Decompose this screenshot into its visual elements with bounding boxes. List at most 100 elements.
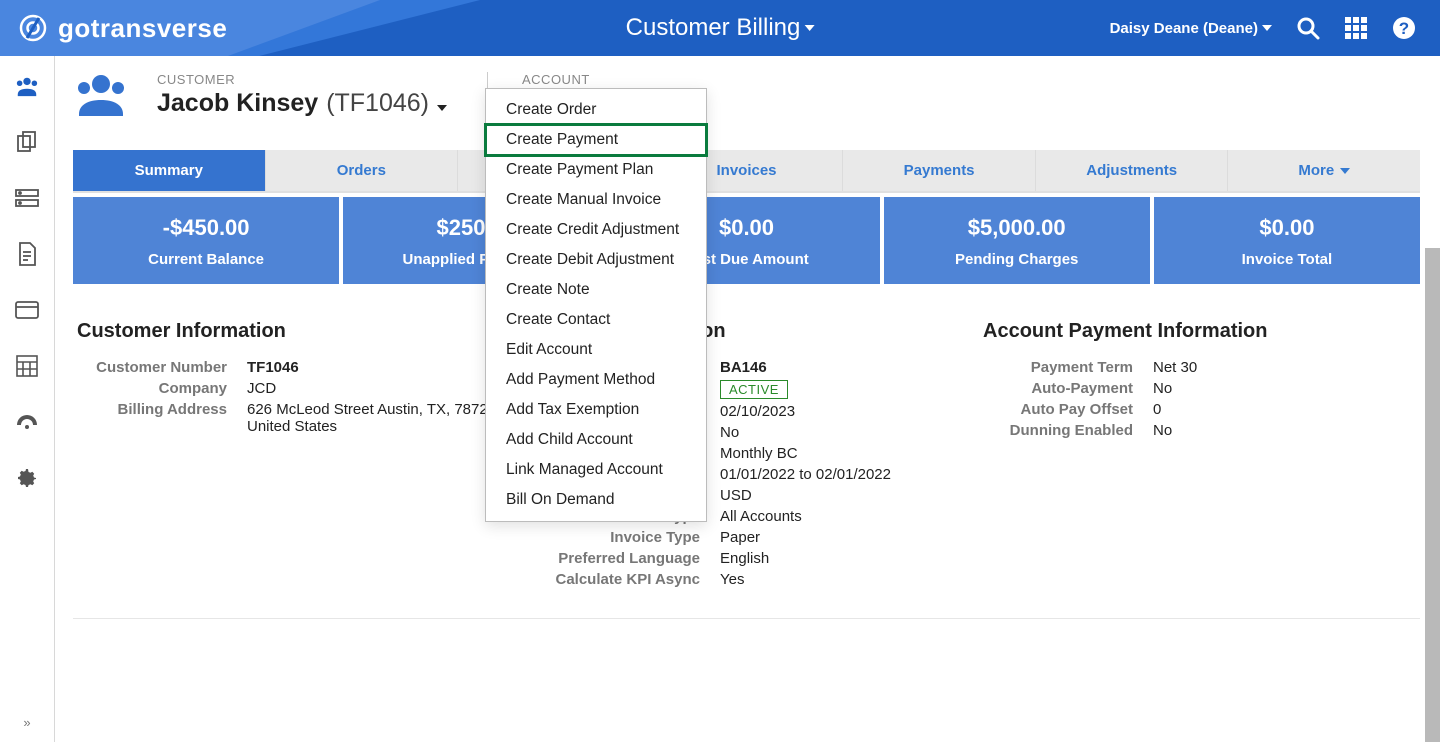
tab-adjustments[interactable]: Adjustments <box>1036 150 1229 191</box>
copy-icon[interactable] <box>15 130 39 154</box>
kpi-pending-charges: $5,000.00 Pending Charges <box>884 197 1150 284</box>
customer-title[interactable]: Jacob Kinsey (TF1046) <box>157 89 447 118</box>
dashboard-gauge-icon[interactable] <box>15 410 39 434</box>
tax-exempt-value: No <box>720 424 963 441</box>
payment-info-grid: Payment Term Net 30 Auto-Payment No Auto… <box>983 359 1416 439</box>
dropdown-item-create-credit-adjustment[interactable]: Create Credit Adjustment <box>486 215 706 245</box>
scrollbar-thumb[interactable] <box>1425 248 1440 742</box>
dropdown-item-edit-account[interactable]: Edit Account <box>486 335 706 365</box>
expand-sidebar-icon[interactable]: » <box>23 715 30 730</box>
info-row: Customer Information Customer Number TF1… <box>73 308 1420 619</box>
document-icon[interactable] <box>15 242 39 266</box>
dropdown-item-create-payment[interactable]: Create Payment <box>486 125 706 155</box>
customer-block: CUSTOMER Jacob Kinsey (TF1046) <box>157 72 447 118</box>
payment-term-value: Net 30 <box>1153 359 1416 376</box>
payment-term-label: Payment Term <box>983 359 1133 376</box>
acct-num-value: BA146 <box>720 359 963 376</box>
top-nav-title-text: Customer Billing <box>626 14 801 42</box>
dropdown-item-add-payment-method[interactable]: Add Payment Method <box>486 365 706 395</box>
start-date-value: 02/10/2023 <box>720 403 963 420</box>
kpi-invoice-total: $0.00 Invoice Total <box>1154 197 1420 284</box>
auto-pay-offset-value: 0 <box>1153 401 1416 418</box>
dropdown-item-link-managed-account[interactable]: Link Managed Account <box>486 455 706 485</box>
auto-payment-label: Auto-Payment <box>983 380 1133 397</box>
current-bill-cycle-value: 01/01/2022 to 02/01/2022 <box>720 466 963 483</box>
bill-type-value: All Accounts <box>720 508 963 525</box>
caret-down-icon <box>1262 25 1272 31</box>
top-bar-right: Daisy Deane (Deane) ? <box>1110 16 1440 40</box>
tab-more[interactable]: More <box>1228 150 1420 191</box>
kpi-value: $5,000.00 <box>892 215 1142 241</box>
top-nav-title[interactable]: Customer Billing <box>626 14 815 42</box>
kpi-value: -$450.00 <box>81 215 331 241</box>
search-icon[interactable] <box>1296 16 1320 40</box>
brand-logo-icon <box>18 13 48 43</box>
top-bar: gotransverse Customer Billing Daisy Dean… <box>0 0 1440 56</box>
payment-info-col: Account Payment Information Payment Term… <box>983 320 1416 439</box>
tab-summary[interactable]: Summary <box>73 150 266 191</box>
kpi-label: Pending Charges <box>892 251 1142 268</box>
calculator-icon[interactable] <box>15 354 39 378</box>
company-value: JCD <box>247 380 510 397</box>
tab-orders[interactable]: Orders <box>266 150 459 191</box>
dropdown-item-create-payment-plan[interactable]: Create Payment Plan <box>486 155 706 185</box>
kpi-label: Invoice Total <box>1162 251 1412 268</box>
pref-lang-value: English <box>720 550 963 567</box>
kpi-value: $0.00 <box>1162 215 1412 241</box>
kpi-label: Current Balance <box>81 251 331 268</box>
customer-name: Jacob Kinsey <box>157 89 318 118</box>
invoice-type-label: Invoice Type <box>530 529 700 546</box>
scrollbar[interactable] <box>1425 248 1440 742</box>
kpi-async-label: Calculate KPI Async <box>530 571 700 588</box>
customer-group-icon <box>73 72 129 116</box>
entity-header: CUSTOMER Jacob Kinsey (TF1046) ACCOUNT B… <box>73 72 1420 132</box>
content-area: CUSTOMER Jacob Kinsey (TF1046) ACCOUNT B… <box>55 56 1440 742</box>
auto-pay-offset-label: Auto Pay Offset <box>983 401 1133 418</box>
company-label: Company <box>77 380 227 397</box>
tab-payments[interactable]: Payments <box>843 150 1036 191</box>
account-label: ACCOUNT <box>522 72 618 87</box>
user-name-text: Daisy Deane (Deane) <box>1110 20 1258 37</box>
dropdown-item-create-debit-adjustment[interactable]: Create Debit Adjustment <box>486 245 706 275</box>
dropdown-item-bill-on-demand[interactable]: Bill On Demand <box>486 485 706 515</box>
caret-down-icon <box>437 105 447 111</box>
user-menu[interactable]: Daisy Deane (Deane) <box>1110 20 1272 37</box>
dropdown-item-create-manual-invoice[interactable]: Create Manual Invoice <box>486 185 706 215</box>
dropdown-item-create-order[interactable]: Create Order <box>486 95 706 125</box>
auto-payment-value: No <box>1153 380 1416 397</box>
customer-label: CUSTOMER <box>157 72 447 87</box>
payment-info-heading: Account Payment Information <box>983 320 1416 343</box>
sidebar: » <box>0 56 55 742</box>
account-actions-dropdown: Create Order Create Payment Create Payme… <box>485 88 707 522</box>
cust-number-value: TF1046 <box>247 359 510 376</box>
dropdown-item-create-contact[interactable]: Create Contact <box>486 305 706 335</box>
caret-down-icon <box>804 25 814 31</box>
dropdown-item-create-note[interactable]: Create Note <box>486 275 706 305</box>
status-badge: ACTIVE <box>720 380 788 399</box>
svg-text:?: ? <box>1399 19 1409 38</box>
pref-lang-label: Preferred Language <box>530 550 700 567</box>
credit-card-icon[interactable] <box>15 298 39 322</box>
caret-down-icon <box>1340 168 1350 174</box>
brand-block: gotransverse <box>0 13 227 44</box>
gear-icon[interactable] <box>15 466 39 490</box>
customer-info-col: Customer Information Customer Number TF1… <box>77 320 510 435</box>
cust-number-label: Customer Number <box>77 359 227 376</box>
bill-cycle-value: Monthly BC <box>720 445 963 462</box>
help-icon[interactable]: ? <box>1392 16 1416 40</box>
dunning-enabled-label: Dunning Enabled <box>983 422 1133 439</box>
currency-value: USD <box>720 487 963 504</box>
account-tabs: Summary Orders Invoices Payments Adjustm… <box>73 150 1420 193</box>
dropdown-item-add-child-account[interactable]: Add Child Account <box>486 425 706 455</box>
dunning-enabled-value: No <box>1153 422 1416 439</box>
customer-id: (TF1046) <box>326 89 429 118</box>
customers-icon[interactable] <box>15 74 39 98</box>
brand-text: gotransverse <box>58 13 227 44</box>
tab-more-label: More <box>1298 162 1334 179</box>
dropdown-item-add-tax-exemption[interactable]: Add Tax Exemption <box>486 395 706 425</box>
apps-grid-icon[interactable] <box>1344 16 1368 40</box>
kpi-row: -$450.00 Current Balance $250.00 Unappli… <box>73 197 1420 284</box>
server-icon[interactable] <box>15 186 39 210</box>
invoice-type-value: Paper <box>720 529 963 546</box>
billing-address-label: Billing Address <box>77 401 227 435</box>
